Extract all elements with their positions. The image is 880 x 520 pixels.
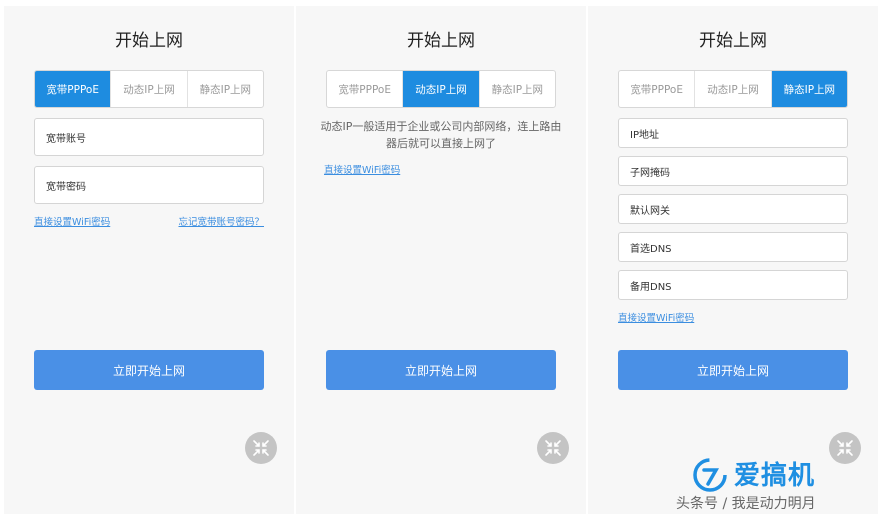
tab-static-ip[interactable]: 静态IP上网 [771,71,847,107]
tab-pppoe[interactable]: 宽带PPPoE [619,71,696,107]
tab-pppoe[interactable]: 宽带PPPoE [327,71,404,107]
set-wifi-password-link[interactable]: 直接设置WiFi密码 [618,310,694,324]
dynamic-ip-description: 动态IP一般适用于企业或公司内部网络，连上路由器后就可以直接上网了 [320,120,562,150]
page-title: 开始上网 [699,31,767,51]
tab-dynamic-ip[interactable]: 动态IP上网 [695,71,772,107]
ip-address-input[interactable]: IP地址 [618,118,848,148]
set-wifi-password-link[interactable]: 直接设置WiFi密码 [34,214,110,228]
page-title: 开始上网 [407,31,475,51]
aigaoji-logo-icon [693,458,727,492]
watermark-brand: 爱搞机 [734,461,816,491]
start-internet-button[interactable]: 立即开始上网 [34,350,264,390]
panel-dynamic-ip: 开始上网 宽带PPPoE 动态IP上网 静态IP上网 动态IP一般适用于企业或公… [296,6,586,514]
connection-type-tabs: 宽带PPPoE 动态IP上网 静态IP上网 [618,70,848,108]
panel-static-ip: 开始上网 宽带PPPoE 动态IP上网 静态IP上网 IP地址 子网掩码 默认网… [588,6,878,514]
watermark-credit: 头条号 / 我是动力明月 [676,496,816,512]
collapse-arrows-icon[interactable] [245,432,277,464]
panel-pppoe: 开始上网 宽带PPPoE 动态IP上网 静态IP上网 宽带账号 宽带密码 直接设… [4,6,294,514]
set-wifi-password-link[interactable]: 直接设置WiFi密码 [324,162,400,176]
page-title: 开始上网 [115,31,183,51]
start-internet-button[interactable]: 立即开始上网 [326,350,556,390]
broadband-password-input[interactable]: 宽带密码 [34,166,264,204]
broadband-account-input[interactable]: 宽带账号 [34,118,264,156]
subnet-mask-input[interactable]: 子网掩码 [618,156,848,186]
tab-pppoe[interactable]: 宽带PPPoE [35,71,112,107]
tab-static-ip[interactable]: 静态IP上网 [480,71,555,107]
watermark: 爱搞机 头条号 / 我是动力明月 [676,455,876,517]
connection-type-tabs: 宽带PPPoE 动态IP上网 静态IP上网 [326,70,556,108]
connection-type-tabs: 宽带PPPoE 动态IP上网 静态IP上网 [34,70,264,108]
start-internet-button[interactable]: 立即开始上网 [618,350,848,390]
tab-dynamic-ip[interactable]: 动态IP上网 [111,71,188,107]
tab-dynamic-ip[interactable]: 动态IP上网 [403,71,480,107]
secondary-dns-input[interactable]: 备用DNS [618,270,848,300]
forgot-account-link[interactable]: 忘记宽带账号密码？ [178,214,264,228]
collapse-arrows-icon[interactable] [537,432,569,464]
screenshot-stage: 开始上网 宽带PPPoE 动态IP上网 静态IP上网 宽带账号 宽带密码 直接设… [0,0,880,520]
default-gateway-input[interactable]: 默认网关 [618,194,848,224]
tab-static-ip[interactable]: 静态IP上网 [188,71,263,107]
primary-dns-input[interactable]: 首选DNS [618,232,848,262]
